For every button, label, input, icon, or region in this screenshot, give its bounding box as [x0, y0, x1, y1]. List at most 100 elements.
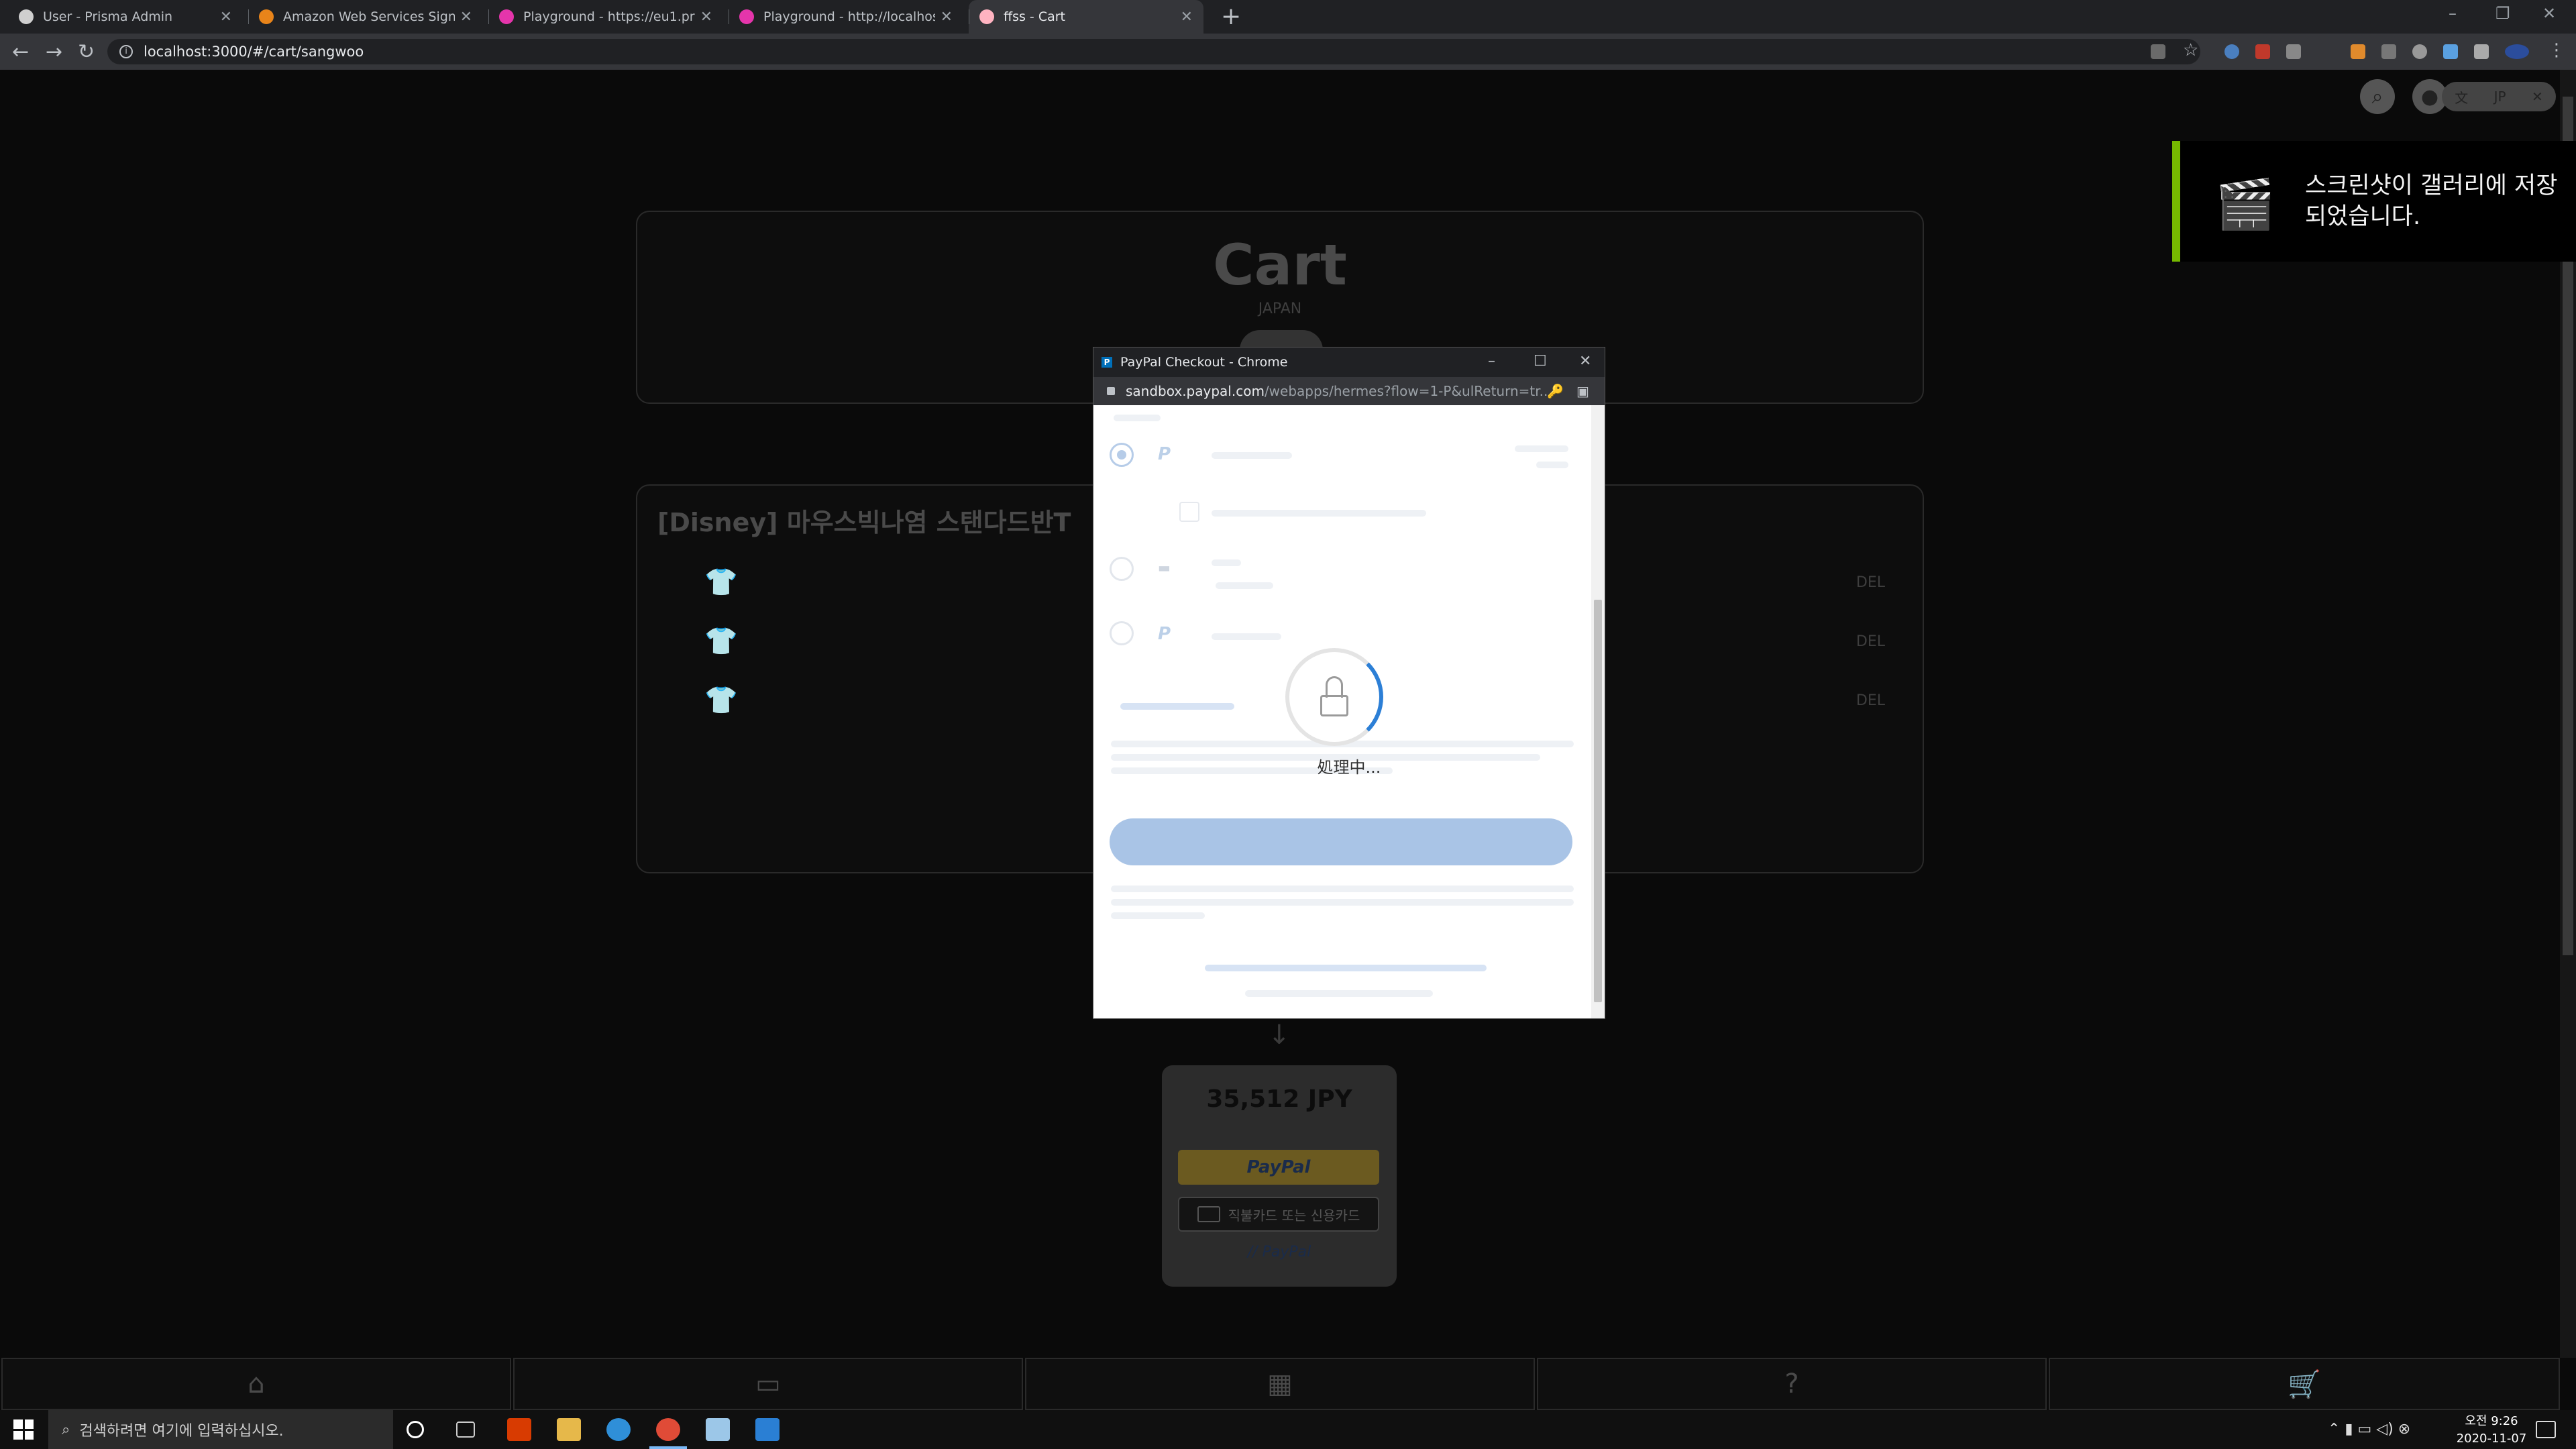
preferred-checkbox[interactable]	[1179, 502, 1199, 522]
close-tab-icon[interactable]: ✕	[1181, 9, 1193, 25]
extension-icon[interactable]	[2286, 44, 2301, 59]
extension-icon[interactable]	[2443, 44, 2458, 59]
taskbar-clock[interactable]: 오전 9:26 2020-11-07	[2438, 1413, 2545, 1448]
browser-tab[interactable]: User - Prisma Admin ✕	[8, 0, 243, 34]
payment-radio-selected[interactable]	[1110, 443, 1134, 467]
paypal-button[interactable]: PayPal	[1178, 1150, 1379, 1185]
popup-address-bar[interactable]: sandbox.paypal.com /webapps/hermes?flow=…	[1093, 377, 1605, 405]
tab-title: ffss - Cart	[1004, 9, 1065, 24]
delete-button[interactable]: DEL	[1856, 692, 1885, 709]
edge-icon[interactable]	[606, 1418, 631, 1441]
popup-scrollbar-thumb[interactable]	[1594, 600, 1602, 1002]
browser-tab-strip: User - Prisma Admin ✕ Amazon Web Service…	[0, 0, 2576, 34]
payment-radio[interactable]	[1110, 557, 1134, 581]
extension-icon[interactable]	[2412, 44, 2427, 59]
tshirt-icon: 👕	[704, 567, 738, 598]
nav-calculator[interactable]: ▦	[1025, 1358, 1535, 1410]
lock-icon	[1320, 695, 1348, 716]
paypal-mark-icon: //	[1247, 1244, 1263, 1260]
bookmark-star-icon[interactable]: ☆	[2183, 40, 2198, 60]
visa-card-icon: ▬	[1158, 559, 1171, 576]
vscode-icon[interactable]	[755, 1418, 780, 1441]
cancel-return-link[interactable]	[1205, 965, 1487, 971]
site-info-icon[interactable]: i	[119, 45, 133, 58]
nav-help[interactable]: ?	[1537, 1358, 2047, 1410]
delete-button[interactable]: DEL	[1856, 633, 1885, 650]
reload-icon[interactable]: ↻	[78, 40, 95, 64]
forward-icon[interactable]: →	[46, 40, 62, 64]
notepad-icon[interactable]	[706, 1418, 730, 1441]
page-title: Cart	[1213, 232, 1347, 298]
cart-icon: 🛒	[2288, 1368, 2321, 1400]
powered-by-paypal: // PayPal	[1162, 1244, 1397, 1260]
popup-window-title: PayPal Checkout - Chrome	[1120, 355, 1288, 370]
popup-scrollbar[interactable]	[1591, 405, 1605, 1018]
payment-radio[interactable]	[1110, 621, 1134, 645]
extension-icon[interactable]	[2351, 44, 2365, 59]
calculator-icon: ▦	[1267, 1368, 1293, 1399]
key-icon[interactable]: 🔑	[1547, 383, 1564, 399]
nav-home[interactable]: ⌂	[1, 1358, 511, 1410]
start-button[interactable]	[13, 1419, 34, 1440]
close-icon[interactable]: ✕	[2532, 89, 2543, 105]
section-heading	[1114, 415, 1161, 421]
back-icon[interactable]: ←	[12, 40, 29, 64]
debit-credit-card-button[interactable]: 직불카드 또는 신용카드	[1178, 1197, 1379, 1232]
gallery-icon: 🎬	[2215, 176, 2275, 232]
close-tab-icon[interactable]: ✕	[220, 9, 232, 25]
cart-total: 35,512 JPY	[1206, 1085, 1352, 1113]
translate-icon[interactable]	[2151, 44, 2165, 59]
close-tab-icon[interactable]: ✕	[700, 9, 712, 25]
delete-button[interactable]: DEL	[1856, 574, 1885, 591]
page-scrollbar[interactable]	[2560, 70, 2576, 1360]
office-icon[interactable]	[507, 1418, 531, 1441]
loading-spinner	[1285, 648, 1383, 746]
graphql-favicon-icon	[739, 9, 754, 24]
close-window-icon[interactable]: ✕	[1579, 353, 1591, 370]
help-icon: ?	[1784, 1368, 1799, 1399]
nav-payment[interactable]: ▭	[513, 1358, 1023, 1410]
search-icon: ⌕	[62, 1421, 70, 1438]
close-tab-icon[interactable]: ✕	[460, 9, 472, 25]
task-view-icon[interactable]	[456, 1421, 475, 1438]
taskbar-search[interactable]: ⌕ 검색하려면 여기에 입력하십시오.	[48, 1410, 393, 1449]
agree-and-pay-button[interactable]	[1110, 818, 1572, 865]
extension-icon[interactable]	[2224, 44, 2239, 59]
language-selector[interactable]: 文 JP ✕	[2442, 82, 2556, 111]
cortana-icon[interactable]	[407, 1421, 424, 1438]
screenshot-saved-toast[interactable]: 🎬 스크린샷이 갤러리에 저장되었습니다.	[2172, 141, 2576, 262]
payment-currency	[1536, 462, 1568, 468]
browser-menu-icon[interactable]: ⋮	[2548, 40, 2565, 60]
extension-icon[interactable]	[2255, 44, 2270, 59]
browser-tab-active[interactable]: ffss - Cart ✕	[969, 0, 1203, 34]
browser-tab[interactable]: Playground - http://localhost:4 ✕	[729, 0, 963, 34]
nav-cart[interactable]: 🛒	[2049, 1358, 2560, 1410]
close-tab-icon[interactable]: ✕	[941, 9, 953, 25]
minimize-window-icon[interactable]: –	[2449, 4, 2457, 23]
popup-title-bar[interactable]: P PayPal Checkout - Chrome – ☐ ✕	[1093, 347, 1605, 377]
file-explorer-icon[interactable]	[557, 1418, 581, 1441]
puzzle-extensions-icon[interactable]	[2474, 44, 2489, 59]
footer-links[interactable]	[1245, 990, 1433, 997]
new-tab-icon[interactable]: +	[1221, 3, 1241, 30]
close-window-icon[interactable]: ✕	[2542, 4, 2556, 23]
translate-icon[interactable]: ▣	[1576, 383, 1589, 399]
extension-icon[interactable]	[2381, 44, 2396, 59]
minimize-window-icon[interactable]: –	[1488, 353, 1495, 370]
search-icon[interactable]: ⌕	[2360, 79, 2395, 114]
card-button-label: 직불카드 또는 신용카드	[1228, 1207, 1360, 1224]
card-brand-label	[1212, 559, 1241, 566]
chrome-icon[interactable]	[649, 1418, 687, 1449]
clock-time: 오전 9:26	[2465, 1414, 2518, 1428]
tab-title: User - Prisma Admin	[43, 9, 173, 24]
maximize-window-icon[interactable]: ☐	[1534, 353, 1547, 370]
browser-tab[interactable]: Playground - https://eu1.prisma ✕	[488, 0, 723, 34]
maximize-window-icon[interactable]: ❐	[2496, 4, 2510, 23]
system-tray[interactable]: ⌃ ▮ ▭ ◁) ⊗	[2328, 1421, 2410, 1438]
footer-text	[1111, 885, 1574, 892]
profile-avatar[interactable]	[2505, 44, 2529, 59]
add-card-link[interactable]	[1120, 703, 1234, 710]
address-bar[interactable]: i localhost:3000/#/cart/sangwoo	[107, 39, 2200, 64]
notification-center-icon[interactable]	[2536, 1421, 2556, 1438]
browser-tab[interactable]: Amazon Web Services Sign-In ✕	[248, 0, 483, 34]
